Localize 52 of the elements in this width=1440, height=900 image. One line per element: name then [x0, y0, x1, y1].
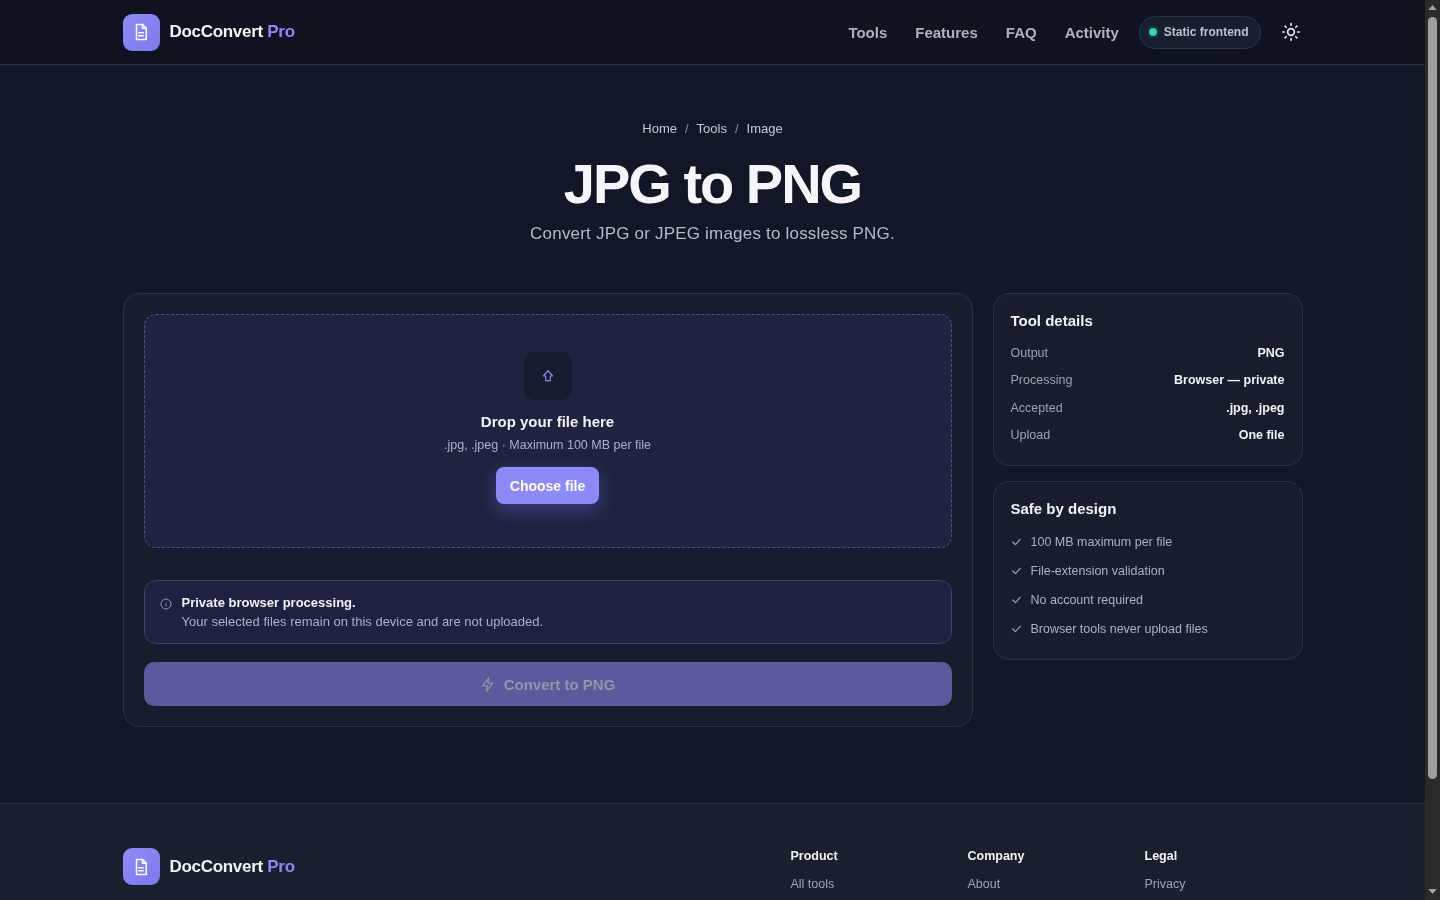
detail-label: Output	[1010, 345, 1049, 360]
detail-label: Accepted	[1010, 400, 1063, 415]
safety-item: File-extension validation	[1030, 563, 1165, 578]
check-icon	[1011, 624, 1021, 633]
brand-name[interactable]: DocConvert Pro	[169, 22, 295, 42]
tool-details-title: Tool details	[1010, 312, 1094, 329]
scrollbar-thumb[interactable]	[1428, 17, 1437, 779]
breadcrumb-link[interactable]: Tools	[696, 120, 727, 136]
breadcrumb-link[interactable]: Home	[642, 120, 677, 136]
notice-title: Private browser processing.	[181, 595, 357, 610]
scrollbar[interactable]	[1425, 0, 1440, 900]
nav-link[interactable]: Tools	[848, 23, 888, 41]
footer-column-title: Legal	[1144, 849, 1179, 863]
scroll-up-icon[interactable]	[1428, 5, 1437, 10]
breadcrumb-separator: /	[684, 120, 689, 136]
breadcrumb-separator: /	[734, 120, 739, 136]
check-icon	[1011, 595, 1021, 604]
footer-link[interactable]: Privacy	[1144, 877, 1303, 891]
document-logo-icon[interactable]	[122, 848, 160, 885]
document-logo-icon[interactable]	[122, 13, 160, 51]
check-icon	[1011, 537, 1021, 546]
footer-column-title: Company	[967, 849, 1026, 863]
nav-link[interactable]: FAQ	[1005, 23, 1037, 41]
nav-link[interactable]: Activity	[1064, 23, 1119, 41]
dropzone-title: Drop your file here	[480, 413, 615, 430]
detail-value: One file	[1238, 428, 1285, 443]
status-dot-icon	[1145, 25, 1160, 39]
detail-value: .jpg, .jpeg	[1226, 400, 1285, 415]
nav-link[interactable]: Features	[915, 23, 978, 41]
brand-name[interactable]: DocConvert Pro	[169, 856, 295, 877]
dropzone-hint: .jpg, .jpeg · Maximum 100 MB per file	[444, 438, 651, 452]
breadcrumb-link[interactable]: Image	[746, 120, 783, 136]
detail-value: Browser — private	[1174, 373, 1285, 388]
detail-label: Processing	[1010, 373, 1073, 388]
scroll-down-icon[interactable]	[1428, 889, 1437, 894]
lightning-icon	[479, 675, 496, 693]
footer-link[interactable]: All tools	[790, 877, 968, 891]
page-subtitle: Convert JPG or JPEG images to lossless PNG.	[529, 224, 896, 244]
status-label: Static frontend	[1163, 25, 1249, 39]
detail-value: PNG	[1257, 345, 1285, 360]
notice-text: Your selected files remain on this device and are not uploaded.	[181, 614, 544, 629]
info-icon	[159, 598, 172, 610]
check-icon	[1011, 566, 1021, 575]
page-title: JPG to PNG	[562, 152, 863, 216]
safety-item: 100 MB maximum per file	[1030, 534, 1173, 549]
file-dropzone[interactable]: Drop your file here .jpg, .jpeg · Maximum 100 MB per file Choose file	[143, 314, 952, 548]
safety-item: Browser tools never upload files	[1030, 621, 1208, 636]
safety-item: No account required	[1030, 592, 1144, 607]
detail-label: Upload	[1010, 428, 1051, 443]
safety-title: Safe by design	[1010, 500, 1118, 517]
footer-link[interactable]: About	[967, 877, 1145, 891]
footer-column-title: Product	[790, 849, 839, 863]
